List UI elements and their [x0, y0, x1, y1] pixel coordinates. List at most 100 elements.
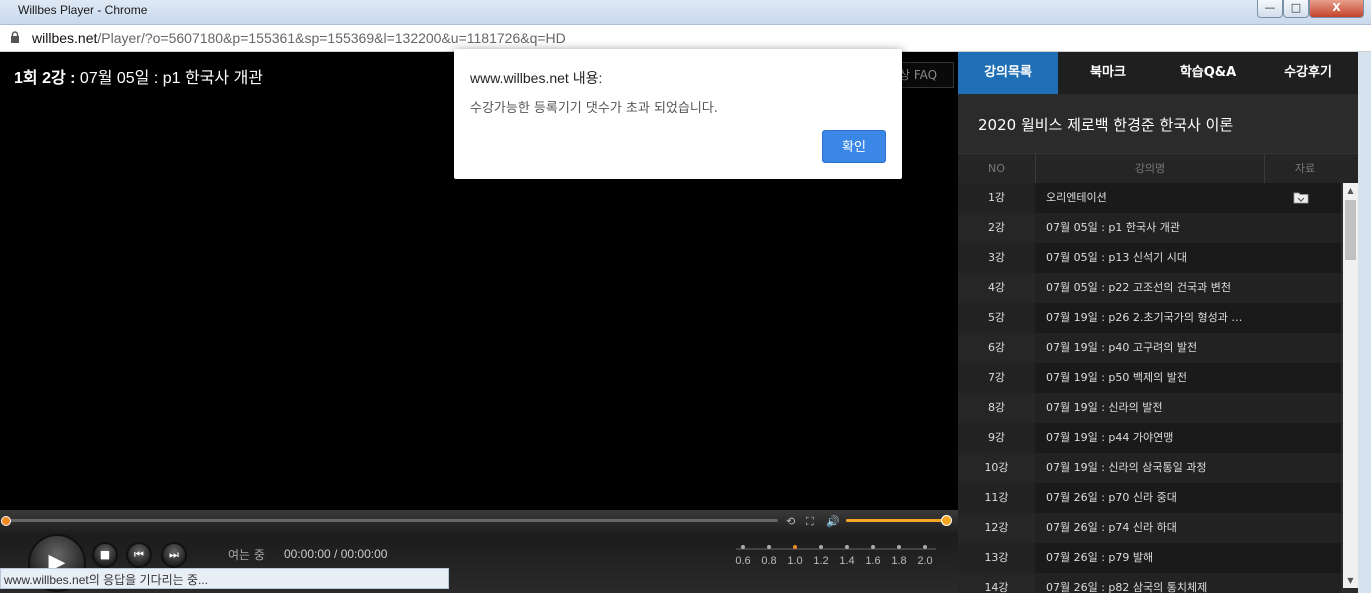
- header-file: 자료: [1294, 162, 1316, 175]
- lecture-row[interactable]: 9강 07월 19일 : p44 가야연맹: [958, 423, 1341, 453]
- lecture-name[interactable]: 07월 26일 : p82 삼국의 통치체제: [1046, 573, 1261, 593]
- url-host: willbes.net: [32, 30, 98, 46]
- lecture-row[interactable]: 5강 07월 19일 : p26 2.초기국가의 형성과 …: [958, 303, 1341, 333]
- lecture-row[interactable]: 7강 07월 19일 : p50 백제의 발전: [958, 363, 1341, 393]
- stop-button[interactable]: ■: [92, 542, 118, 568]
- minimize-button[interactable]: —: [1257, 0, 1283, 18]
- lecture-name[interactable]: 07월 19일 : p50 백제의 발전: [1046, 363, 1261, 393]
- seek-handle[interactable]: [1, 516, 11, 526]
- lecture-name[interactable]: 07월 19일 : p40 고구려의 발전: [1046, 333, 1261, 363]
- lock-icon: [11, 31, 19, 43]
- header-name: 강의명: [1134, 162, 1166, 175]
- lecture-name: 07월 05일 : p1 한국사 개관: [75, 70, 264, 87]
- lecture-number: 10강: [958, 453, 1035, 483]
- scroll-up-icon[interactable]: ▲: [1343, 183, 1358, 198]
- address-bar[interactable]: willbes.net/Player/?o=5607180&p=155361&s…: [0, 25, 1371, 52]
- close-button[interactable]: X: [1309, 0, 1364, 18]
- speed-dot[interactable]: [767, 545, 771, 549]
- lecture-row[interactable]: 11강 07월 26일 : p70 신라 중대: [958, 483, 1341, 513]
- lecture-row[interactable]: 10강 07월 19일 : 신라의 삼국통일 과정: [958, 453, 1341, 483]
- speed-dot[interactable]: [845, 545, 849, 549]
- speed-dot[interactable]: [897, 545, 901, 549]
- speed-dot[interactable]: [793, 545, 797, 549]
- previous-button[interactable]: ⏮: [126, 542, 152, 568]
- speed-dot[interactable]: [923, 545, 927, 549]
- window-title: Willbes Player - Chrome: [18, 3, 148, 17]
- url-path: /Player/?o=5607180&p=155361&sp=155369&l=…: [97, 30, 566, 46]
- course-title: 2020 윌비스 제로백 한경준 한국사 이론: [978, 116, 1234, 134]
- speed-track[interactable]: [736, 548, 936, 550]
- alert-dialog: www.willbes.net 내용: 수강가능한 등록기기 댓수가 초과 되었…: [454, 49, 902, 179]
- time-display: 00:00:00 / 00:00:00: [284, 547, 388, 561]
- tab-lecture-list[interactable]: 강의목록: [958, 52, 1058, 94]
- lecture-name[interactable]: 오리엔테이션: [1046, 183, 1261, 213]
- lecture-number: 13강: [958, 543, 1035, 573]
- lecture-name[interactable]: 07월 26일 : p70 신라 중대: [1046, 483, 1261, 513]
- seek-bar[interactable]: [6, 519, 778, 522]
- volume-handle[interactable]: [941, 515, 952, 526]
- scroll-down-icon[interactable]: ▼: [1343, 573, 1358, 588]
- lecture-number: 5강: [958, 303, 1035, 333]
- folder-download-icon[interactable]: [1293, 191, 1309, 204]
- lecture-row[interactable]: 12강 07월 26일 : p74 신라 하대: [958, 513, 1341, 543]
- lecture-number: 12강: [958, 513, 1035, 543]
- lecture-number: 1회 2강 :: [14, 70, 76, 87]
- lecture-row[interactable]: 1강 오리엔테이션: [958, 183, 1341, 213]
- lecture-number: 14강: [958, 573, 1035, 593]
- tab-bookmark[interactable]: 북마크: [1058, 52, 1158, 94]
- maximize-button[interactable]: □: [1283, 0, 1309, 18]
- tab-qna[interactable]: 학습Q&A: [1158, 52, 1258, 94]
- lecture-row[interactable]: 2강 07월 05일 : p1 한국사 개관: [958, 213, 1341, 243]
- lecture-number: 6강: [958, 333, 1035, 363]
- lecture-number: 9강: [958, 423, 1035, 453]
- lecture-number: 8강: [958, 393, 1035, 423]
- speed-dot[interactable]: [819, 545, 823, 549]
- lecture-title: 1회 2강 : 07월 05일 : p1 한국사 개관: [14, 64, 263, 88]
- volume-slider[interactable]: [846, 519, 946, 522]
- lecture-name[interactable]: 07월 26일 : p79 발해: [1046, 543, 1261, 573]
- speed-dot[interactable]: [871, 545, 875, 549]
- lecture-name[interactable]: 07월 19일 : 신라의 발전: [1046, 393, 1261, 423]
- lecture-number: 3강: [958, 243, 1035, 273]
- url-text[interactable]: willbes.net/Player/?o=5607180&p=155361&s…: [32, 30, 566, 46]
- lecture-name[interactable]: 07월 26일 : p74 신라 하대: [1046, 513, 1261, 543]
- lecture-row[interactable]: 6강 07월 19일 : p40 고구려의 발전: [958, 333, 1341, 363]
- speed-dot[interactable]: [741, 545, 745, 549]
- fullscreen-icon[interactable]: ⛶: [806, 515, 814, 529]
- lecture-row[interactable]: 8강 07월 19일 : 신라의 발전: [958, 393, 1341, 423]
- side-tabs: 강의목록 북마크 학습Q&A 수강후기: [958, 52, 1358, 94]
- lecture-name[interactable]: 07월 05일 : p13 신석기 시대: [1046, 243, 1261, 273]
- scroll-thumb[interactable]: [1345, 200, 1356, 260]
- lecture-number: 4강: [958, 273, 1035, 303]
- lecture-name[interactable]: 07월 05일 : p22 고조선의 건국과 변천: [1046, 273, 1261, 303]
- stop-icon: ■: [99, 548, 111, 561]
- list-header: NO 강의명 자료: [958, 153, 1358, 184]
- next-icon: ⏭: [169, 548, 179, 561]
- header-no: NO: [988, 162, 1005, 175]
- lecture-number: 11강: [958, 483, 1035, 513]
- volume-icon[interactable]: 🔊: [826, 515, 840, 528]
- lecture-row[interactable]: 3강 07월 05일 : p13 신석기 시대: [958, 243, 1341, 273]
- lecture-name[interactable]: 07월 19일 : p26 2.초기국가의 형성과 …: [1046, 303, 1261, 333]
- lecture-number: 7강: [958, 363, 1035, 393]
- window-titlebar: Willbes Player - Chrome — □ X: [0, 0, 1371, 25]
- repeat-icon[interactable]: ⟲: [786, 515, 795, 528]
- lecture-row[interactable]: 4강 07월 05일 : p22 고조선의 건국과 변천: [958, 273, 1341, 303]
- dialog-message: 수강가능한 등록기기 댓수가 초과 되었습니다.: [470, 101, 718, 116]
- lecture-name[interactable]: 07월 19일 : p44 가야연맹: [1046, 423, 1261, 453]
- lecture-row[interactable]: 14강 07월 26일 : p82 삼국의 통치체제: [958, 573, 1341, 593]
- list-scrollbar[interactable]: ▲ ▼: [1343, 183, 1358, 588]
- lecture-list: 1강 오리엔테이션 2강 07월 05일 : p1 한국사 개관 3강 07월 05일 :…: [958, 183, 1341, 593]
- lecture-name[interactable]: 07월 19일 : 신라의 삼국통일 과정: [1046, 453, 1261, 483]
- ok-button[interactable]: 확인: [822, 130, 886, 163]
- previous-icon: ⏮: [134, 548, 144, 561]
- tab-review[interactable]: 수강후기: [1258, 52, 1358, 94]
- speed-label[interactable]: 2.0: [910, 555, 940, 567]
- lecture-row[interactable]: 13강 07월 26일 : p79 발해: [958, 543, 1341, 573]
- loading-status: 여는 중: [228, 548, 265, 562]
- side-panel: 강의목록 북마크 학습Q&A 수강후기 2020 윌비스 제로백 한경준 한국사…: [958, 52, 1358, 593]
- dialog-title: www.willbes.net 내용:: [470, 70, 603, 86]
- next-button[interactable]: ⏭: [161, 542, 187, 568]
- lecture-number: 2강: [958, 213, 1035, 243]
- lecture-name[interactable]: 07월 05일 : p1 한국사 개관: [1046, 213, 1261, 243]
